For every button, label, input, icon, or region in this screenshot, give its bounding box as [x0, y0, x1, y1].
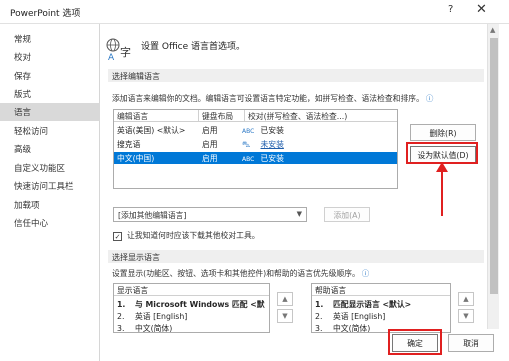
table-row[interactable]: 搜克语 启用 ⛍ 未安装 [114, 138, 397, 150]
row-language: 中文(中国) [117, 154, 155, 163]
section-display-title: 选择显示语言 [108, 250, 484, 263]
not-installed-link[interactable]: 未安装 [260, 140, 283, 149]
help-language-list[interactable]: 帮助语言 1. 匹配显示语言 <默认> 2. 英语 [English] 3. 中文(简… [311, 283, 451, 333]
display-description-text: 设置显示(功能区、按钮、选项卡和其他控件)和帮助的语言优先级顺序。 [112, 269, 360, 278]
annotation-arrow [436, 162, 448, 216]
move-up-button[interactable]: ▲ [277, 292, 293, 306]
add-button[interactable]: 添加(A) [324, 207, 370, 222]
display-language-list[interactable]: 显示语言 1. 与 Microsoft Windows 匹配 <默 2. 英语 [E… [113, 283, 270, 333]
cancel-button[interactable]: 取消 [448, 334, 494, 352]
row-status: ABC 已安装 [242, 153, 284, 164]
language-icon: A 字 [101, 35, 137, 66]
row-status: ⛍ 未安装 [242, 139, 284, 150]
display-description: 设置显示(功能区、按钮、选项卡和其他控件)和帮助的语言优先级顺序。 ⓘ [112, 268, 369, 279]
editing-language-table[interactable]: 编辑语言 键盘布局 校对(拼写检查、语法检查...) 英语(美国) <默认> 启… [113, 109, 398, 189]
title-bar: PowerPoint 选项 ? ✕ [0, 0, 509, 24]
checkbox-label: 让我知道何时应该下载其他校对工具。 [127, 231, 260, 240]
row-keyboard: 启用 [202, 154, 218, 163]
item-label: 英语 [English] [135, 312, 188, 321]
table-row[interactable]: 英语(美国) <默认> 启用 ABC 已安装 [114, 124, 397, 136]
scroll-up-icon[interactable]: ▲ [490, 26, 495, 34]
list-item[interactable]: 1. 匹配显示语言 <默认> [315, 299, 411, 310]
column-header-language: 编辑语言 [117, 112, 149, 121]
list-header: 帮助语言 [312, 284, 450, 296]
sidebar-item-save[interactable]: 保存 [0, 67, 100, 85]
item-label: 与 Microsoft Windows 匹配 <默 [135, 300, 265, 309]
sidebar-item-trust-center[interactable]: 信任中心 [0, 214, 100, 232]
sidebar-item-add-ins[interactable]: 加载项 [0, 196, 100, 214]
sidebar-item-general[interactable]: 常规 [0, 30, 100, 48]
sidebar-item-accessibility[interactable]: 轻松访问 [0, 122, 100, 140]
status-text: 已安装 [260, 126, 284, 135]
scroll-thumb[interactable] [490, 38, 498, 294]
help-move-down-button[interactable]: ▼ [458, 309, 474, 323]
move-down-button[interactable]: ▼ [277, 309, 293, 323]
proofing-icon: ABC [242, 156, 255, 163]
sidebar-item-advanced[interactable]: 高级 [0, 140, 100, 158]
editing-description-text: 添加语言来编辑你的文档。编辑语言可设置语言特定功能，如拼写检查、语法检查和排序。 [112, 94, 424, 103]
table-header: 编辑语言 键盘布局 校对(拼写检查、语法检查...) [114, 110, 397, 122]
item-label: 匹配显示语言 <默认> [333, 300, 412, 309]
section-editing-title: 选择编辑语言 [108, 69, 484, 82]
header-icon-glyph: 字 [120, 45, 131, 59]
editing-description: 添加语言来编辑你的文档。编辑语言可设置语言特定功能，如拼写检查、语法检查和排序。… [112, 93, 433, 104]
sidebar-item-language[interactable]: 语言 [0, 103, 100, 121]
column-separator [244, 110, 245, 122]
info-icon[interactable]: ⓘ [362, 269, 370, 278]
column-header-keyboard: 键盘布局 [202, 112, 234, 121]
annotation-box-ok [388, 329, 442, 355]
list-item[interactable]: 2. 英语 [English] [117, 311, 187, 322]
row-keyboard: 启用 [202, 140, 218, 149]
proofing-tools-checkbox-row[interactable]: ✓ 让我知道何时应该下载其他校对工具。 [113, 230, 260, 241]
svg-text:A: A [108, 53, 115, 63]
row-language: 英语(美国) <默认> [117, 126, 186, 135]
item-number: 2. [117, 312, 125, 321]
sidebar-item-proofing[interactable]: 校对 [0, 48, 100, 66]
list-item[interactable]: 1. 与 Microsoft Windows 匹配 <默 [117, 299, 265, 310]
sidebar: 常规 校对 保存 版式 语言 轻松访问 高级 自定义功能区 快速访问工具栏 加载… [0, 24, 100, 361]
vertical-scrollbar[interactable]: ▲ [487, 24, 499, 329]
list-item[interactable]: 2. 英语 [English] [315, 311, 385, 322]
item-number: 2. [315, 312, 323, 321]
window-title: PowerPoint 选项 [10, 9, 81, 19]
table-row-selected[interactable]: 中文(中国) 启用 ABC 已安装 [114, 152, 397, 164]
sidebar-item-typography[interactable]: 版式 [0, 85, 100, 103]
proofing-not-installed-icon: ⛍ [242, 140, 251, 149]
row-keyboard: 启用 [202, 126, 218, 135]
chevron-down-icon: ▼ [296, 210, 302, 218]
page-header: 设置 Office 语言首选项。 [141, 42, 245, 52]
status-text: 已安装 [260, 154, 284, 163]
item-number: 1. [117, 300, 126, 309]
dropdown-value: [添加其他编辑语言] [118, 211, 187, 220]
row-status: ABC 已安装 [242, 125, 284, 136]
help-move-up-button[interactable]: ▲ [458, 292, 474, 306]
item-number: 1. [315, 300, 324, 309]
add-language-dropdown[interactable]: [添加其他编辑语言] ▼ [113, 207, 307, 222]
item-label: 英语 [English] [333, 312, 386, 321]
proofing-icon: ABC [242, 128, 255, 135]
info-icon[interactable]: ⓘ [426, 94, 434, 103]
checkbox-checked[interactable]: ✓ [113, 232, 122, 241]
sidebar-item-quick-access-toolbar[interactable]: 快速访问工具栏 [0, 177, 100, 195]
close-button[interactable]: ✕ [476, 2, 487, 17]
remove-button[interactable]: 删除(R) [410, 124, 476, 141]
sidebar-item-customize-ribbon[interactable]: 自定义功能区 [0, 159, 100, 177]
column-header-proofing: 校对(拼写检查、语法检查...) [248, 112, 348, 121]
column-separator [198, 110, 199, 122]
row-language: 搜克语 [117, 140, 141, 149]
list-header: 显示语言 [114, 284, 269, 296]
help-button[interactable]: ? [448, 4, 453, 15]
